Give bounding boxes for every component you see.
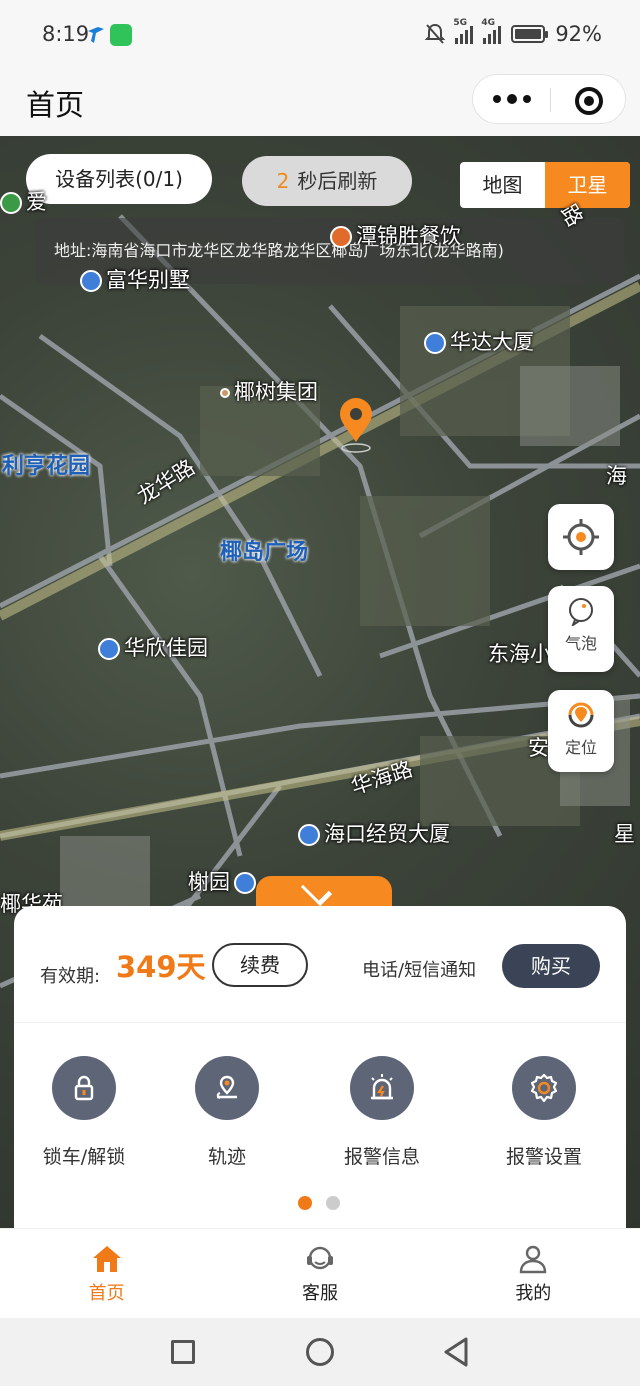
page-indicator <box>298 1196 340 1210</box>
bubble-label: 气泡 <box>564 634 597 653</box>
app-notification-icon <box>88 27 104 43</box>
validity-days: 349天 <box>116 950 206 984</box>
track-label: 轨迹 <box>207 1146 246 1168</box>
lock-unlock-button[interactable]: 锁车/解锁 <box>14 1056 154 1169</box>
renew-button[interactable]: 续费 <box>212 943 308 987</box>
page-dot <box>326 1196 340 1210</box>
alarm-light-icon <box>350 1056 414 1120</box>
locate-me-button[interactable] <box>548 504 614 570</box>
refresh-countdown: 2 秒后刷新 <box>242 156 412 206</box>
user-icon <box>520 1245 547 1274</box>
page-dot <box>298 1196 312 1210</box>
crosshair-icon <box>563 519 599 555</box>
lock-icon <box>52 1056 116 1120</box>
map-label: 东海小 <box>488 642 551 666</box>
map-label: 富华别墅 <box>80 264 190 294</box>
home-nav-icon[interactable] <box>306 1338 334 1366</box>
tab-service-label: 客服 <box>301 1283 338 1304</box>
page-title: 首页 <box>26 88 85 122</box>
tab-home-label: 首页 <box>88 1283 125 1304</box>
status-right: 5G 4G 92% <box>425 18 602 46</box>
battery-icon <box>511 25 549 43</box>
map-label: 利亨花园 <box>2 454 91 479</box>
wechat-notification-icon <box>110 24 132 46</box>
notify-label: 电话/短信通知 <box>362 960 477 981</box>
status-time: 8:19 <box>42 22 90 46</box>
map-label: 潭锦胜餐饮 <box>330 220 461 250</box>
mute-bell-icon <box>425 23 446 44</box>
map-label: 海 <box>606 464 627 488</box>
map-label: 安 <box>528 736 549 760</box>
battery-percent: 92% <box>555 22 602 46</box>
headset-icon <box>306 1246 333 1270</box>
alarm-settings-button[interactable]: 报警设置 <box>474 1056 614 1169</box>
back-icon[interactable] <box>442 1336 470 1368</box>
map-type-standard[interactable]: 地图 <box>460 162 545 208</box>
alarm-info-label: 报警信息 <box>343 1146 420 1168</box>
close-miniprogram-icon[interactable] <box>575 87 603 115</box>
map-label: 榭园 <box>188 866 260 896</box>
bottom-tab-bar: 首页 客服 我的 <box>0 1228 640 1318</box>
map-label: 椰树集团 <box>220 376 318 406</box>
system-nav-bar <box>0 1318 640 1386</box>
page-header: 首页 <box>0 72 640 136</box>
track-button[interactable]: 轨迹 <box>157 1056 297 1169</box>
map-label: 爱 <box>0 186 47 216</box>
signal-5g-icon: 5G <box>453 18 474 44</box>
position-button[interactable]: 定位 <box>548 690 614 772</box>
divider <box>14 1022 626 1023</box>
buy-button[interactable]: 购买 <box>502 944 600 988</box>
tab-mine[interactable]: 我的 <box>427 1229 640 1318</box>
lock-unlock-label: 锁车/解锁 <box>42 1146 126 1168</box>
refresh-label: 秒后刷新 <box>297 169 378 193</box>
home-icon <box>92 1246 121 1272</box>
device-list-button[interactable]: 设备列表(0/1) <box>26 154 212 204</box>
device-panel: 有效期: 349天 续费 电话/短信通知 购买 锁车/解锁 轨迹 报警信息 报警… <box>14 906 626 1228</box>
collapse-panel-button[interactable] <box>256 876 392 906</box>
recents-icon[interactable] <box>171 1340 195 1364</box>
gear-icon <box>512 1056 576 1120</box>
map-label: 华欣佳园 <box>98 632 208 662</box>
bubble-button[interactable]: 气泡 <box>548 586 614 672</box>
miniprogram-capsule <box>472 74 626 124</box>
status-bar: 8:19 5G 4G 92% <box>0 0 640 72</box>
more-icon[interactable] <box>493 94 531 104</box>
device-location-marker[interactable] <box>336 398 376 454</box>
map-label: 海口经贸大厦 <box>298 818 450 848</box>
position-refresh-icon <box>568 702 594 728</box>
map-label: 椰岛广场 <box>220 540 309 565</box>
validity-label: 有效期: <box>40 966 101 987</box>
alarm-settings-label: 报警设置 <box>505 1146 582 1168</box>
map-label: 华达大厦 <box>424 326 534 356</box>
map-type-satellite[interactable]: 卫星 <box>545 162 630 208</box>
track-icon <box>195 1056 259 1120</box>
tab-service[interactable]: 客服 <box>213 1229 426 1318</box>
map-label: 星 <box>614 822 635 846</box>
refresh-count: 2 <box>276 169 290 193</box>
position-label: 定位 <box>564 738 597 757</box>
alarm-info-button[interactable]: 报警信息 <box>312 1056 452 1169</box>
map-type-switch: 地图 卫星 <box>460 162 630 208</box>
tab-mine-label: 我的 <box>515 1283 552 1304</box>
tab-home[interactable]: 首页 <box>0 1229 213 1318</box>
signal-4g-icon: 4G <box>481 18 502 44</box>
bubble-icon <box>569 598 593 626</box>
